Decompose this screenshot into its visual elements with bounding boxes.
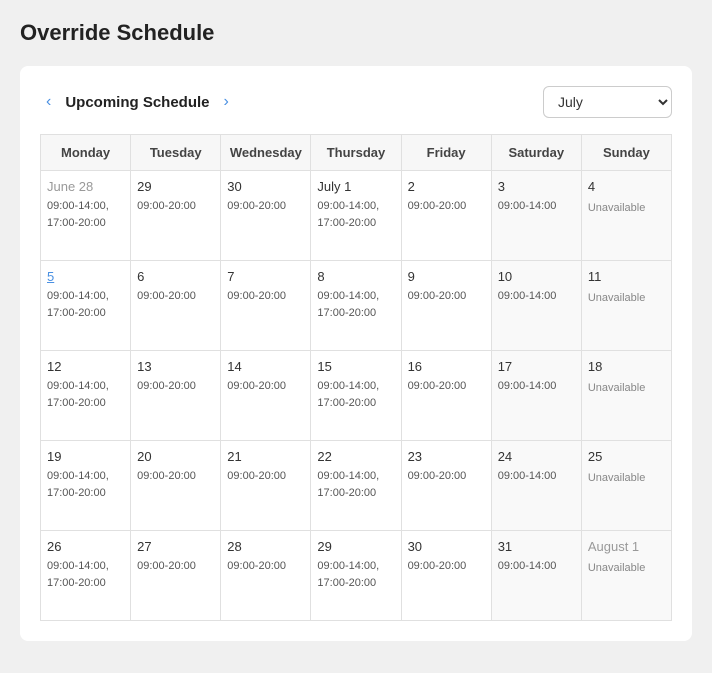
- table-row: 2809:00-20:00: [221, 531, 311, 621]
- prev-arrow[interactable]: ‹: [40, 91, 57, 113]
- table-row: 209:00-20:00: [402, 171, 492, 261]
- table-row: 1009:00-14:00: [492, 261, 582, 351]
- day-header-wednesday: Wednesday: [221, 135, 311, 171]
- table-row: 3009:00-20:00: [402, 531, 492, 621]
- table-row: 2709:00-20:00: [131, 531, 221, 621]
- table-row: August 1Unavailable: [582, 531, 672, 621]
- table-row: 2209:00-14:00,17:00-20:00: [311, 441, 401, 531]
- day-header-saturday: Saturday: [492, 135, 582, 171]
- table-row: 1209:00-14:00,17:00-20:00: [41, 351, 131, 441]
- next-arrow[interactable]: ›: [218, 91, 235, 113]
- table-row: 11Unavailable: [582, 261, 672, 351]
- table-row: 1909:00-14:00,17:00-20:00: [41, 441, 131, 531]
- calendar-header: ‹ Upcoming Schedule › JanuaryFebruaryMar…: [40, 86, 672, 118]
- table-row: 2409:00-14:00: [492, 441, 582, 531]
- day-header-thursday: Thursday: [311, 135, 401, 171]
- table-row: 1509:00-14:00,17:00-20:00: [311, 351, 401, 441]
- table-row: 4Unavailable: [582, 171, 672, 261]
- table-row: 809:00-14:00,17:00-20:00: [311, 261, 401, 351]
- table-row: 2109:00-20:00: [221, 441, 311, 531]
- nav-section: ‹ Upcoming Schedule ›: [40, 91, 235, 113]
- table-row: June 2809:00-14:00,17:00-20:00: [41, 171, 131, 261]
- day-header-monday: Monday: [41, 135, 131, 171]
- table-row: 2309:00-20:00: [402, 441, 492, 531]
- table-row: 2609:00-14:00,17:00-20:00: [41, 531, 131, 621]
- table-row: 3109:00-14:00: [492, 531, 582, 621]
- month-select[interactable]: JanuaryFebruaryMarchAprilMayJuneJulyAugu…: [543, 86, 672, 118]
- table-row: 1709:00-14:00: [492, 351, 582, 441]
- table-row: 709:00-20:00: [221, 261, 311, 351]
- table-row: 609:00-20:00: [131, 261, 221, 351]
- table-row: 909:00-20:00: [402, 261, 492, 351]
- page-title: Override Schedule: [20, 20, 692, 46]
- table-row: 1409:00-20:00: [221, 351, 311, 441]
- day-header-tuesday: Tuesday: [131, 135, 221, 171]
- table-row: 1309:00-20:00: [131, 351, 221, 441]
- table-row: 1609:00-20:00: [402, 351, 492, 441]
- table-row: 2009:00-20:00: [131, 441, 221, 531]
- table-row: 2909:00-20:00: [131, 171, 221, 261]
- upcoming-label: Upcoming Schedule: [65, 94, 209, 111]
- table-row: July 109:00-14:00,17:00-20:00: [311, 171, 401, 261]
- table-row: 309:00-14:00: [492, 171, 582, 261]
- table-row: 3009:00-20:00: [221, 171, 311, 261]
- calendar-grid: Monday Tuesday Wednesday Thursday Friday…: [40, 134, 672, 171]
- calendar-body: June 2809:00-14:00,17:00-20:002909:00-20…: [40, 171, 672, 621]
- calendar-container: ‹ Upcoming Schedule › JanuaryFebruaryMar…: [20, 66, 692, 641]
- table-row: 25Unavailable: [582, 441, 672, 531]
- day-header-friday: Friday: [402, 135, 492, 171]
- table-row: 18Unavailable: [582, 351, 672, 441]
- day-header-sunday: Sunday: [582, 135, 672, 171]
- table-row: 2909:00-14:00,17:00-20:00: [311, 531, 401, 621]
- table-row: 509:00-14:00,17:00-20:00: [41, 261, 131, 351]
